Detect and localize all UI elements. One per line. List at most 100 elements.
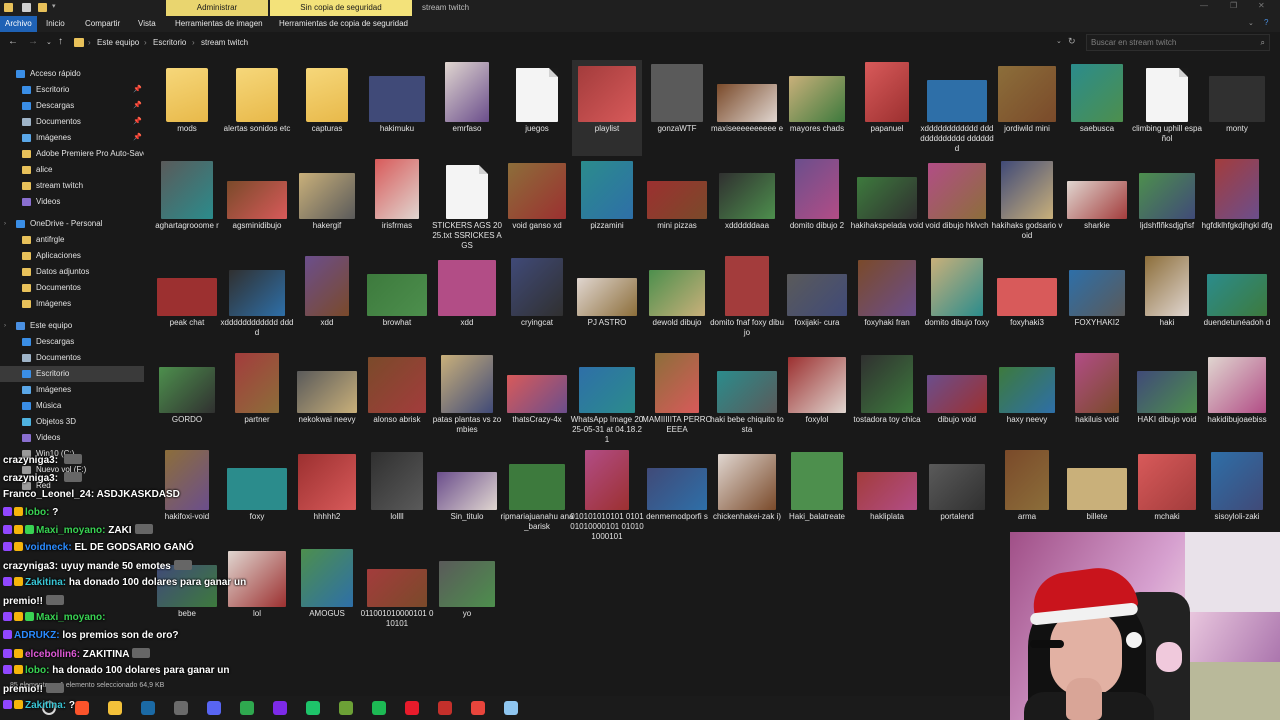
file-item-hakidibujoaebiss[interactable]: hakidibujoaebiss [1202,351,1272,447]
minimize-icon[interactable]: — [1200,1,1208,10]
file-item-sisoyloli-zaki[interactable]: sisoyloli-zaki [1202,448,1272,544]
context-tab-manage[interactable]: Administrar [166,0,268,16]
file-item-playlist[interactable]: playlist [572,60,642,156]
nav-item-onedrive-im-genes[interactable]: Imágenes [0,296,144,312]
file-item-mamiiiiita-perro-eeea[interactable]: MAMIIIIITA PERRO EEEA [642,351,712,447]
chat-username[interactable]: lobo [25,665,46,676]
file-item-alonso-abrisk[interactable]: alonso abrisk [362,351,432,447]
help-icon[interactable]: ? [1264,18,1268,27]
menu-inicio[interactable]: Inicio [46,16,65,32]
nav-item-onedrive-documentos[interactable]: Documentos [0,280,144,296]
file-item-xddddddaaa[interactable]: xddddddaaa [712,157,782,253]
nav-item-alice[interactable]: alice [0,162,144,178]
nav-item-pc-m-sica[interactable]: Música [0,398,144,414]
address-dropdown-icon[interactable]: ⌄ [1056,37,1062,45]
file-item-alertas-sonidos-etc[interactable]: alertas sonidos etc [222,60,292,156]
file-item-domito-dibujo-2[interactable]: domito dibujo 2 [782,157,852,253]
chat-username[interactable]: elcebollin6 [25,649,77,660]
file-item-hakiluis-void[interactable]: hakiluis void [1062,351,1132,447]
file-item-foxyhaki3[interactable]: foxyhaki3 [992,254,1062,350]
file-item-foxyhaki-fran[interactable]: foxyhaki fran [852,254,922,350]
file-item-hhhhh2[interactable]: hhhhh2 [292,448,362,544]
ribbon-expand-icon[interactable]: ⌄ [1248,19,1254,27]
nav-onedrive[interactable]: › OneDrive - Personal [0,216,144,232]
file-item-emrfaso[interactable]: emrfaso [432,60,502,156]
breadcrumb-este-equipo[interactable]: Este equipo [97,34,139,51]
file-item-amogus[interactable]: AMOGUS [292,545,362,641]
file-item-chickenhakei-zak-i[interactable]: chickenhakei-zak i) [712,448,782,544]
file-item-hakergif[interactable]: hakergif [292,157,362,253]
refresh-icon[interactable]: ↻ [1068,36,1076,47]
chat-username[interactable]: lobo [25,507,46,518]
file-item-jordiwild-mini[interactable]: jordiwild mini [992,60,1062,156]
file-item-void-ganso-xd[interactable]: void ganso xd [502,157,572,253]
notes-icon[interactable] [504,701,518,715]
file-item-domito-dibujo-foxy[interactable]: domito dibujo foxy [922,254,992,350]
file-item-haki[interactable]: haki [1132,254,1202,350]
file-item-dibujo-void[interactable]: dibujo void [922,351,992,447]
file-item-mchaki[interactable]: mchaki [1132,448,1202,544]
menu-archivo[interactable]: Archivo [0,16,37,32]
chat-username[interactable]: Maxi_moyano [36,525,102,536]
chat-username[interactable]: crazyniga3 [3,455,55,466]
file-item-hakihaks-godsario-void[interactable]: hakihaks godsario void [992,157,1062,253]
file-item-gordo[interactable]: GORDO [152,351,222,447]
file-item-foxijaki-cura[interactable]: foxijaki- cura [782,254,852,350]
breadcrumb-escritorio[interactable]: Escritorio [153,34,186,51]
menu-vista[interactable]: Vista [138,16,156,32]
chevron-right-icon[interactable]: › [4,216,6,232]
file-item-irisfrmas[interactable]: irisfrmas [362,157,432,253]
new-folder-icon[interactable] [38,3,47,12]
file-item-domito-fnaf-foxy-dibujo[interactable]: domito fnaf foxy dibujo [710,254,784,350]
file-item-foxylol[interactable]: foxylol [782,351,852,447]
back-icon[interactable]: ← [8,36,18,47]
file-item-billete[interactable]: billete [1062,448,1132,544]
opera-icon[interactable] [405,701,419,715]
file-item-xdddddddddddd-dddd[interactable]: xdddddddddddd dddd [221,254,293,350]
chrome-active-icon[interactable] [471,701,485,715]
minecraft-icon[interactable] [339,701,353,715]
chat-username[interactable]: Maxi_moyano [36,612,102,623]
file-item-tostadora-toy-chica[interactable]: tostadora toy chica [852,351,922,447]
file-item-haki-balatreate[interactable]: Haki_balatreate [782,448,852,544]
file-item-partner[interactable]: partner [222,351,292,447]
nav-item-escritorio[interactable]: Escritorio 📌 [0,82,144,98]
file-item-arma[interactable]: arma [992,448,1062,544]
file-item-duendetun-adoh-d[interactable]: duendetunéadoh d [1202,254,1272,350]
file-item-foxyhaki2[interactable]: FOXYHAKI2 [1062,254,1132,350]
file-item-sharkie[interactable]: sharkie [1062,157,1132,253]
file-item-portalend[interactable]: portalend [922,448,992,544]
nav-item-descargas[interactable]: Descargas 📌 [0,98,144,114]
file-item-peak-chat[interactable]: peak chat [152,254,222,350]
file-item-denmemodporfi-s[interactable]: denmemodporfi s [642,448,712,544]
file-item-mini-pizzas[interactable]: mini pizzas [642,157,712,253]
menu-herramientas-imagen[interactable]: Herramientas de imagen [175,16,263,32]
nav-item-stream-twitch[interactable]: stream twitch [0,178,144,194]
file-item-saebusca[interactable]: saebusca [1062,60,1132,156]
nav-item-pc-objetos-3d[interactable]: Objetos 3D [0,414,144,430]
nav-item-onedrive-aplicaciones[interactable]: Aplicaciones [0,248,144,264]
close-icon[interactable]: ✕ [1258,1,1265,10]
chat-username[interactable]: Zakitina [25,700,63,711]
file-item-thatscrazy-4x[interactable]: thatsCrazy-4x [502,351,572,447]
nav-item-videos[interactable]: Videos [0,194,144,210]
nav-item-pc-escritorio[interactable]: Escritorio [0,366,144,382]
file-item-maxiseeeeeeeeee-e[interactable]: maxiseeeeeeeeee e [711,60,783,156]
file-item-whatsapp-image-2025-05-31-at-04-18-21[interactable]: WhatsApp Image 2025-05-31 at 04.18.21 [571,351,643,447]
file-item-climbing-uphill-espa-ol[interactable]: climbing uphill español [1132,60,1202,156]
youtube-icon[interactable] [438,701,452,715]
nav-item-adobe-premiere-pro-auto-save[interactable]: Adobe Premiere Pro Auto-Save [0,146,144,162]
nav-item-pc-im-genes[interactable]: Imágenes [0,382,144,398]
nav-quick-access[interactable]: Acceso rápido [0,66,144,82]
nav-item-onedrive-datos-adjuntos[interactable]: Datos adjuntos [0,264,144,280]
file-item-gonzawtf[interactable]: gonzaWTF [642,60,712,156]
file-item-ripmariajuanahu-ana-barisk[interactable]: ripmariajuanahu ana_barisk [501,448,573,544]
qat-dropdown-icon[interactable]: ▾ [52,2,56,10]
file-item-hakliplata[interactable]: hakliplata [852,448,922,544]
chevron-right-icon[interactable]: › [4,318,6,334]
nav-item-onedrive-antifrgle[interactable]: antifrgle [0,232,144,248]
file-item-ljdshfl-ksdjg-sf[interactable]: ljdshflñksdjgñsf [1132,157,1202,253]
file-item-monty[interactable]: monty [1202,60,1272,156]
nav-item-documentos[interactable]: Documentos 📌 [0,114,144,130]
clip-icon[interactable] [306,701,320,715]
